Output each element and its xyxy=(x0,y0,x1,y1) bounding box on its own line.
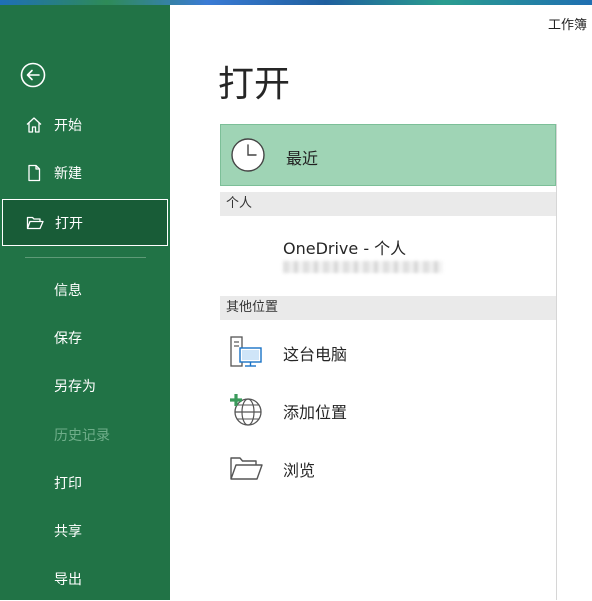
sidebar-item-open[interactable]: 打开 xyxy=(2,199,168,246)
personal-section-header: 个人 xyxy=(220,192,556,216)
sidebar-item-label: 打印 xyxy=(54,476,82,492)
sidebar-item-export[interactable]: 导出 xyxy=(0,557,170,601)
sidebar-item-label: 开始 xyxy=(54,118,82,134)
sidebar-item-save-as[interactable]: 另存为 xyxy=(0,364,170,408)
onedrive-location[interactable]: OneDrive - 个人 xyxy=(220,227,556,289)
sidebar-item-new[interactable]: 新建 xyxy=(0,151,170,195)
recent-button[interactable]: 最近 xyxy=(220,124,556,186)
folder-icon xyxy=(230,457,263,480)
back-arrow-icon[interactable] xyxy=(20,62,46,88)
sidebar-item-save[interactable]: 保存 xyxy=(0,316,170,360)
sidebar-item-info[interactable]: 信息 xyxy=(0,268,170,312)
page-title: 打开 xyxy=(218,64,291,105)
panel-divider xyxy=(556,124,557,600)
backstage-sidebar: 开始 新建 打开 信息 保存 另存为 历史记录 打印 共享 导出 xyxy=(0,5,170,600)
open-panel: 工作簿 打开 最近 个人 OneDrive - 个人 其他位置 这台电脑 添加位… xyxy=(170,5,592,600)
sidebar-item-label: 新建 xyxy=(54,166,82,182)
sidebar-divider xyxy=(25,257,146,258)
sidebar-item-history: 历史记录 xyxy=(0,413,170,457)
recent-label: 最近 xyxy=(286,149,319,168)
location-label: 浏览 xyxy=(283,461,316,480)
sidebar-item-label: 保存 xyxy=(54,331,82,347)
sidebar-item-label: 导出 xyxy=(54,572,82,588)
sidebar-item-label: 另存为 xyxy=(54,379,96,395)
sidebar-item-print[interactable]: 打印 xyxy=(0,461,170,505)
location-label: 这台电脑 xyxy=(283,345,348,364)
sidebar-item-share[interactable]: 共享 xyxy=(0,509,170,553)
location-label: 添加位置 xyxy=(283,403,348,422)
add-place-icon xyxy=(230,394,262,426)
home-icon xyxy=(26,117,42,133)
sidebar-item-label: 历史记录 xyxy=(54,428,110,444)
sidebar-item-label: 打开 xyxy=(55,215,83,232)
computer-icon xyxy=(230,336,262,367)
sidebar-item-label: 共享 xyxy=(54,524,82,540)
new-document-icon xyxy=(28,164,41,182)
add-place-location[interactable]: 添加位置 xyxy=(220,385,556,433)
browse-location[interactable]: 浏览 xyxy=(220,443,556,491)
open-folder-icon xyxy=(26,216,44,229)
onedrive-label: OneDrive - 个人 xyxy=(283,239,407,258)
this-pc-location[interactable]: 这台电脑 xyxy=(220,327,556,375)
account-email-redacted xyxy=(283,261,443,273)
sidebar-item-home[interactable]: 开始 xyxy=(0,103,170,147)
other-locations-header: 其他位置 xyxy=(220,296,556,320)
document-title: 工作簿 xyxy=(548,18,588,33)
sidebar-item-label: 信息 xyxy=(54,283,82,299)
clock-icon xyxy=(231,138,265,172)
